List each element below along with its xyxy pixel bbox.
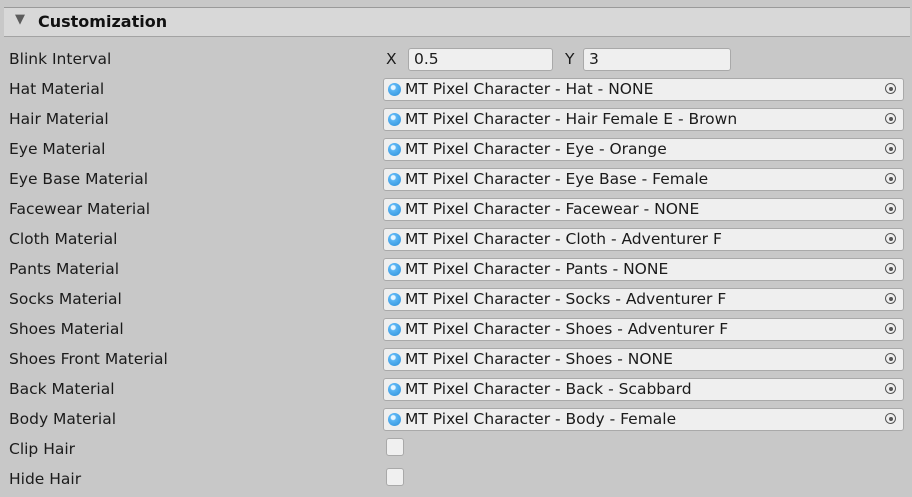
material-asset-icon — [388, 413, 401, 426]
material-asset-icon — [388, 263, 401, 276]
object-picker-icon[interactable] — [885, 263, 896, 274]
cloth-material-object-field[interactable]: MT Pixel Character - Cloth - Adventurer … — [383, 228, 904, 251]
material-asset-icon — [388, 203, 401, 216]
pants-material-object-field[interactable]: MT Pixel Character - Pants - NONE — [383, 258, 904, 281]
inspector-panel: ▼ Customization Blink Interval X 0.5 Y 3… — [0, 0, 912, 497]
y-axis-label: Y — [565, 50, 575, 68]
eye-material-row: Eye Material MT Pixel Character - Eye - O… — [0, 135, 912, 165]
eye-base-material-object-field[interactable]: MT Pixel Character - Eye Base - Female — [383, 168, 904, 191]
hide-hair-label: Hide Hair — [9, 470, 82, 488]
eye-base-material-label: Eye Base Material — [9, 170, 149, 188]
hair-material-value: MT Pixel Character - Hair Female E - Bro… — [405, 110, 738, 128]
shoes-front-material-label: Shoes Front Material — [9, 350, 168, 368]
facewear-material-label: Facewear Material — [9, 200, 151, 218]
object-picker-icon[interactable] — [885, 83, 896, 94]
hat-material-label: Hat Material — [9, 80, 105, 98]
back-material-object-field[interactable]: MT Pixel Character - Back - Scabbard — [383, 378, 904, 401]
back-material-label: Back Material — [9, 380, 115, 398]
cloth-material-label: Cloth Material — [9, 230, 118, 248]
hat-material-row: Hat Material MT Pixel Character - Hat - N… — [0, 75, 912, 105]
object-picker-icon[interactable] — [885, 113, 896, 124]
cloth-material-row: Cloth Material MT Pixel Character - Cloth… — [0, 225, 912, 255]
hair-material-row: Hair Material MT Pixel Character - Hair F… — [0, 105, 912, 135]
facewear-material-row: Facewear Material MT Pixel Character - Fa… — [0, 195, 912, 225]
back-material-row: Back Material MT Pixel Character - Back -… — [0, 375, 912, 405]
socks-material-object-field[interactable]: MT Pixel Character - Socks - Adventurer … — [383, 288, 904, 311]
facewear-material-value: MT Pixel Character - Facewear - NONE — [405, 200, 700, 218]
material-asset-icon — [388, 383, 401, 396]
hide-hair-checkbox[interactable] — [386, 468, 404, 486]
body-material-row: Body Material MT Pixel Character - Body -… — [0, 405, 912, 435]
object-picker-icon[interactable] — [885, 383, 896, 394]
eye-material-object-field[interactable]: MT Pixel Character - Eye - Orange — [383, 138, 904, 161]
blink-interval-row: Blink Interval X 0.5 Y 3 — [0, 45, 912, 75]
material-asset-icon — [388, 293, 401, 306]
material-asset-icon — [388, 353, 401, 366]
body-material-object-field[interactable]: MT Pixel Character - Body - Female — [383, 408, 904, 431]
hair-material-label: Hair Material — [9, 110, 109, 128]
shoes-front-material-row: Shoes Front Material MT Pixel Character -… — [0, 345, 912, 375]
shoes-material-label: Shoes Material — [9, 320, 124, 338]
socks-material-row: Socks Material MT Pixel Character - Socks… — [0, 285, 912, 315]
foldout-triangle-icon[interactable]: ▼ — [15, 12, 25, 27]
eye-base-material-row: Eye Base Material MT Pixel Character - Ey… — [0, 165, 912, 195]
shoes-front-material-object-field[interactable]: MT Pixel Character - Shoes - NONE — [383, 348, 904, 371]
hat-material-value: MT Pixel Character - Hat - NONE — [405, 80, 654, 98]
material-asset-icon — [388, 233, 401, 246]
clip-hair-row: Clip Hair — [0, 435, 912, 465]
object-picker-icon[interactable] — [885, 203, 896, 214]
x-axis-label: X — [386, 50, 397, 68]
back-material-value: MT Pixel Character - Back - Scabbard — [405, 380, 692, 398]
shoes-material-object-field[interactable]: MT Pixel Character - Shoes - Adventurer … — [383, 318, 904, 341]
hide-hair-row: Hide Hair — [0, 465, 912, 495]
object-picker-icon[interactable] — [885, 293, 896, 304]
object-picker-icon[interactable] — [885, 233, 896, 244]
object-picker-icon[interactable] — [885, 143, 896, 154]
material-asset-icon — [388, 113, 401, 126]
section-title: Customization — [38, 12, 168, 31]
blink-interval-x-value: 0.5 — [414, 50, 439, 68]
object-picker-icon[interactable] — [885, 353, 896, 364]
shoes-material-row: Shoes Material MT Pixel Character - Shoes… — [0, 315, 912, 345]
clip-hair-label: Clip Hair — [9, 440, 76, 458]
blink-interval-label: Blink Interval — [9, 50, 112, 68]
material-asset-icon — [388, 143, 401, 156]
pants-material-value: MT Pixel Character - Pants - NONE — [405, 260, 669, 278]
socks-material-label: Socks Material — [9, 290, 122, 308]
eye-base-material-value: MT Pixel Character - Eye Base - Female — [405, 170, 709, 188]
facewear-material-object-field[interactable]: MT Pixel Character - Facewear - NONE — [383, 198, 904, 221]
shoes-material-value: MT Pixel Character - Shoes - Adventurer … — [405, 320, 729, 338]
pants-material-label: Pants Material — [9, 260, 120, 278]
material-asset-icon — [388, 83, 401, 96]
socks-material-value: MT Pixel Character - Socks - Adventurer … — [405, 290, 727, 308]
object-picker-icon[interactable] — [885, 413, 896, 424]
cloth-material-value: MT Pixel Character - Cloth - Adventurer … — [405, 230, 722, 248]
body-material-value: MT Pixel Character - Body - Female — [405, 410, 677, 428]
pants-material-row: Pants Material MT Pixel Character - Pants… — [0, 255, 912, 285]
material-asset-icon — [388, 323, 401, 336]
object-picker-icon[interactable] — [885, 323, 896, 334]
blink-interval-y-value: 3 — [589, 50, 599, 68]
object-picker-icon[interactable] — [885, 173, 896, 184]
material-asset-icon — [388, 173, 401, 186]
hair-material-object-field[interactable]: MT Pixel Character - Hair Female E - Bro… — [383, 108, 904, 131]
hat-material-object-field[interactable]: MT Pixel Character - Hat - NONE — [383, 78, 904, 101]
body-material-label: Body Material — [9, 410, 117, 428]
shoes-front-material-value: MT Pixel Character - Shoes - NONE — [405, 350, 673, 368]
blink-interval-x-field[interactable]: 0.5 — [408, 48, 553, 71]
eye-material-label: Eye Material — [9, 140, 106, 158]
section-header[interactable]: ▼ Customization — [4, 7, 910, 37]
blink-interval-y-field[interactable]: 3 — [583, 48, 731, 71]
clip-hair-checkbox[interactable] — [386, 438, 404, 456]
eye-material-value: MT Pixel Character - Eye - Orange — [405, 140, 667, 158]
